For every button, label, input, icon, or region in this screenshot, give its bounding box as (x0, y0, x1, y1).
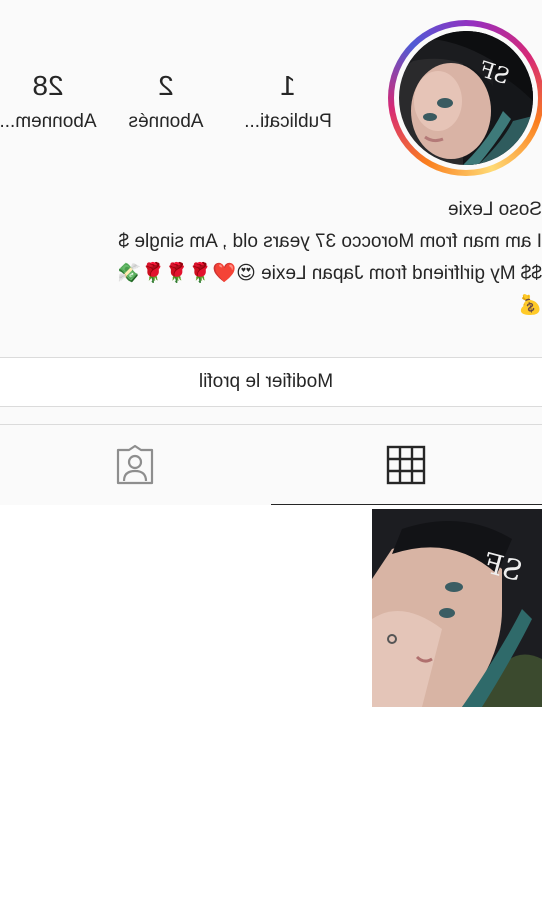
profile-header: SF 1 Publicati... 2 Abonnés 28 Abonnem..… (0, 0, 542, 506)
post-photo-image: SF (372, 509, 542, 707)
following-label: Abonnem... (0, 111, 97, 132)
posts-grid: SF (0, 505, 542, 900)
profile-tabs (0, 424, 542, 506)
post-thumbnail[interactable]: SF (372, 509, 542, 707)
stat-following[interactable]: 28 Abonnem... (0, 70, 104, 134)
profile-name: Soso Lexie (447, 199, 542, 220)
bio: Soso Lexie I am man from Morocco 37 year… (0, 194, 542, 322)
avatar-photo-image: SF (399, 31, 533, 165)
mirrored-profile-screen: SF 1 Publicati... 2 Abonnés 28 Abonnem..… (0, 0, 542, 900)
stat-followers[interactable]: 2 Abonnés (110, 70, 222, 134)
bio-line: 💰 (518, 295, 542, 316)
following-count: 28 (32, 70, 64, 101)
posts-label: Publicati... (244, 111, 332, 132)
grid-icon (387, 445, 426, 485)
stat-posts[interactable]: 1 Publicati... (232, 70, 344, 134)
bio-line: I am man from Morocco 37 years old , Am … (118, 231, 542, 252)
tab-grid[interactable] (271, 425, 542, 506)
posts-count: 1 (280, 70, 296, 101)
bio-line: $$ My girlfriend from Japan Lexie 😍❤️🌹🌹🌹… (117, 263, 542, 284)
tab-tagged[interactable] (0, 425, 271, 505)
tagged-person-icon (117, 444, 154, 485)
avatar[interactable]: SF (399, 31, 533, 165)
followers-count: 2 (158, 70, 174, 101)
edit-profile-button[interactable]: Modifier le profil (0, 357, 542, 407)
followers-label: Abonnés (128, 111, 204, 132)
